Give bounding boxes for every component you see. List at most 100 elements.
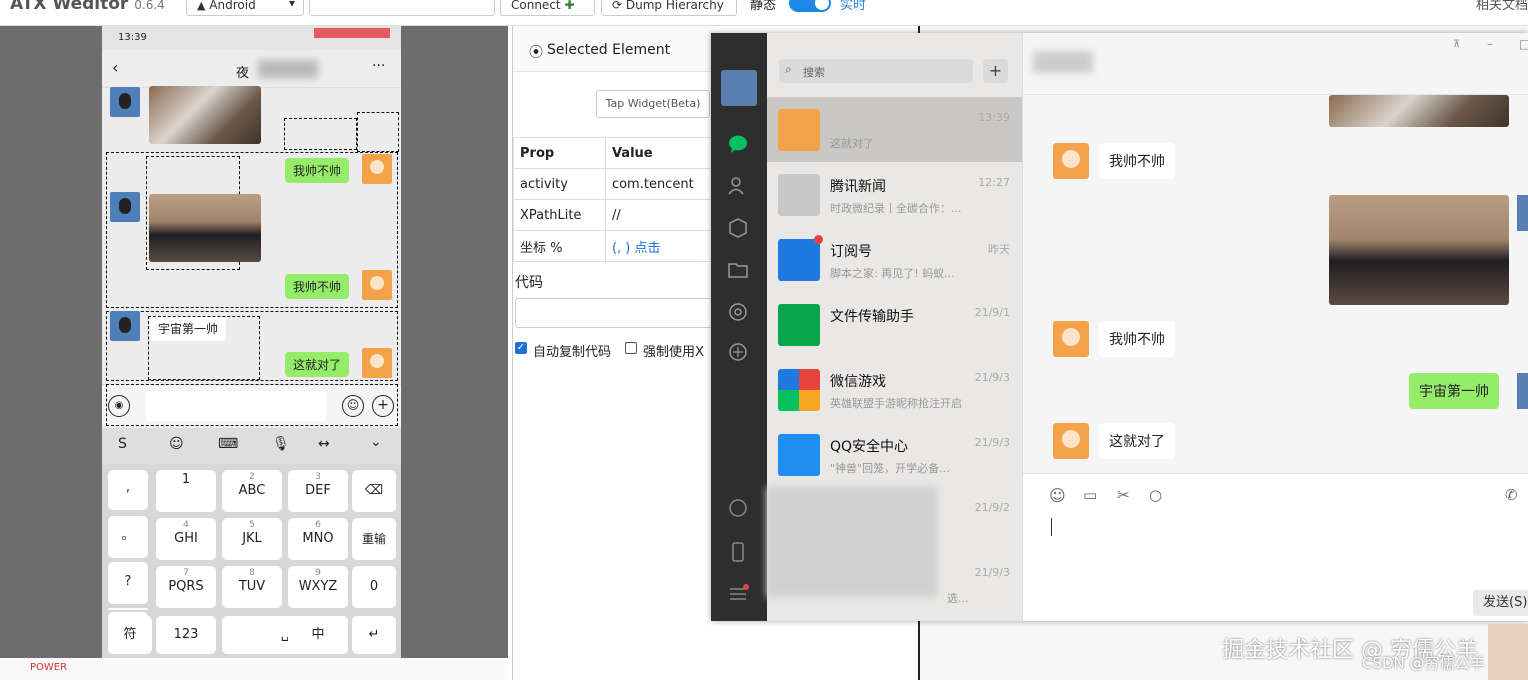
auto-copy-checkbox[interactable]: ✓ xyxy=(515,342,527,354)
phone-icon[interactable] xyxy=(727,541,749,563)
chat-avatar xyxy=(778,109,820,151)
chevron-down-icon[interactable]: ⌄ xyxy=(370,434,382,450)
chat-icon[interactable] xyxy=(727,133,749,155)
compose-area[interactable]: ☺ ▭ ✂ ○ ✆ 发送(S) xyxy=(1023,473,1528,621)
chat-bubble-icon[interactable]: ○ xyxy=(1149,486,1162,504)
car-image-message[interactable] xyxy=(1329,195,1509,305)
maximize-icon[interactable]: □ xyxy=(1519,37,1528,51)
backspace-key[interactable]: ⌫ xyxy=(352,470,396,512)
my-avatar[interactable] xyxy=(362,270,392,300)
sogou-icon[interactable]: S xyxy=(118,436,127,452)
key-question[interactable]: ? xyxy=(108,562,148,604)
realtime-toggle[interactable] xyxy=(789,0,831,12)
docs-link[interactable]: 相关文档 xyxy=(1476,0,1528,13)
minimize-icon[interactable]: – xyxy=(1487,37,1493,51)
prop-cell: activity xyxy=(513,168,606,200)
key-9[interactable]: 9 WXYZ xyxy=(288,566,348,608)
car-image-message[interactable] xyxy=(1329,95,1509,127)
chat-item[interactable]: 21/9/3 选... xyxy=(767,552,1022,617)
my-avatar[interactable] xyxy=(362,154,392,184)
chat-preview: 脚本之家: 再见了! 蚂蚁... xyxy=(830,267,955,280)
chat-item[interactable]: 微信游戏 21/9/3 英雄联盟手游昵称抢注开启 xyxy=(767,357,1022,422)
key-8[interactable]: 8 TUV xyxy=(222,566,282,608)
force-xpath-checkbox[interactable] xyxy=(625,342,637,354)
key-7[interactable]: 7 PQRS xyxy=(156,566,216,608)
add-chat-button[interactable]: + xyxy=(983,59,1008,83)
mic-icon[interactable]: 🎙 xyxy=(272,436,290,452)
emoji-icon[interactable]: ☺ xyxy=(169,436,184,452)
power-button[interactable]: POWER xyxy=(30,662,67,673)
search-box[interactable]: ⌕ 搜索 xyxy=(779,59,973,83)
coordinate-click-link[interactable]: (, ) 点击 xyxy=(604,230,724,262)
mini-program-icon[interactable] xyxy=(727,497,749,519)
friend-avatar[interactable] xyxy=(1053,423,1089,459)
favorites-icon[interactable] xyxy=(727,217,749,239)
scissors-icon[interactable]: ✂ xyxy=(1117,486,1130,504)
key-6[interactable]: 6 MNO xyxy=(288,518,348,560)
key-3[interactable]: 3 DEF xyxy=(288,470,348,512)
language-key[interactable]: 中 xyxy=(288,616,348,654)
key-period[interactable]: 。 xyxy=(108,516,148,558)
reinput-key[interactable]: 重输 xyxy=(352,518,396,560)
menu-icon[interactable] xyxy=(727,583,749,605)
emoji-icon[interactable]: ☺ xyxy=(1049,486,1066,505)
enter-key[interactable]: ↵ xyxy=(352,616,396,654)
message-bubble[interactable]: 我帅不帅 xyxy=(1099,143,1175,179)
chat-item[interactable]: 13:39 这就对了 xyxy=(767,97,1022,162)
chat-time: 21/9/1 xyxy=(974,306,1010,319)
car-image-message[interactable] xyxy=(149,194,261,262)
platform-select[interactable]: ▲ Android ▾ xyxy=(186,0,304,16)
message-bubble[interactable]: 这就对了 xyxy=(1099,423,1175,459)
key-1[interactable]: 1 xyxy=(156,470,216,512)
contacts-icon[interactable] xyxy=(727,175,749,197)
message-bubble[interactable]: 这就对了 xyxy=(285,352,350,377)
friend-avatar[interactable] xyxy=(110,311,140,341)
tap-widget-button[interactable]: Tap Widget(Beta) xyxy=(596,90,710,118)
pin-icon[interactable]: ⊼ xyxy=(1453,39,1460,50)
chat-item[interactable]: QQ安全中心 21/9/3 "神兽"回笼，开学必备... xyxy=(767,422,1022,487)
keyboard-icon[interactable]: ⌨ xyxy=(218,436,238,452)
key-0[interactable]: 0 xyxy=(352,566,396,608)
code-input[interactable] xyxy=(515,298,715,328)
friend-avatar[interactable] xyxy=(110,87,140,117)
chat-time: 13:39 xyxy=(978,111,1010,124)
cursor-icon[interactable]: ↔ xyxy=(318,436,330,452)
friend-avatar[interactable] xyxy=(110,192,140,222)
channels-icon[interactable] xyxy=(727,341,749,363)
chat-time: 21/9/3 xyxy=(974,371,1010,384)
my-avatar[interactable] xyxy=(1517,373,1528,409)
message-bubble[interactable]: 我帅不帅 xyxy=(285,274,350,299)
wechat-window: ⌕ 搜索 + 13:39 这就对了 腾讯新闻 12:27 时政微纪录丨全碳合作：… xyxy=(711,33,1528,621)
chat-item[interactable]: 腾讯新闻 12:27 时政微纪录丨全碳合作：... xyxy=(767,162,1022,227)
moments-icon[interactable] xyxy=(727,301,749,323)
send-button[interactable]: 发送(S) xyxy=(1473,590,1528,616)
device-serial-input[interactable] xyxy=(309,0,495,16)
key-4[interactable]: 4 GHI xyxy=(156,518,216,560)
folder-icon[interactable]: ▭ xyxy=(1083,486,1097,504)
folder-icon[interactable] xyxy=(727,259,749,281)
friend-avatar[interactable] xyxy=(1053,321,1089,357)
dump-hierarchy-button[interactable]: ⟳ Dump Hierarchy xyxy=(601,0,737,16)
friend-avatar[interactable] xyxy=(1053,143,1089,179)
my-avatar[interactable] xyxy=(362,348,392,378)
key-5[interactable]: 5 JKL xyxy=(222,518,282,560)
more-icon[interactable]: ··· xyxy=(372,58,385,74)
car-image-message[interactable] xyxy=(149,86,261,144)
message-bubble[interactable]: 我帅不帅 xyxy=(1099,321,1175,357)
key-comma[interactable]: , xyxy=(108,470,148,510)
phone-screen[interactable]: 13:39 ‹ 夜 ··· 我帅不帅 我帅不帅 宇宙第一帅 这就对了 ◉ ☺ +… xyxy=(102,26,401,658)
connect-button[interactable]: Connect ✚ xyxy=(500,0,595,16)
chat-item[interactable]: 21/9/2 xyxy=(767,487,1022,597)
my-avatar[interactable] xyxy=(1517,195,1528,231)
my-profile-avatar[interactable] xyxy=(721,70,757,106)
number-key[interactable]: 123 xyxy=(156,616,216,654)
message-bubble[interactable]: 宇宙第一帅 xyxy=(1409,373,1499,409)
back-icon[interactable]: ‹ xyxy=(112,58,118,77)
message-bubble[interactable]: 我帅不帅 xyxy=(285,158,350,183)
chat-item[interactable]: 订阅号 昨天 脚本之家: 再见了! 蚂蚁... xyxy=(767,227,1022,292)
chat-item[interactable]: 文件传输助手 21/9/1 xyxy=(767,292,1022,357)
call-icon[interactable]: ✆ xyxy=(1505,486,1518,504)
key-2[interactable]: 2 ABC xyxy=(222,470,282,512)
chat-name: 文件传输助手 xyxy=(830,309,914,325)
symbol-key[interactable]: 符 xyxy=(108,616,152,654)
